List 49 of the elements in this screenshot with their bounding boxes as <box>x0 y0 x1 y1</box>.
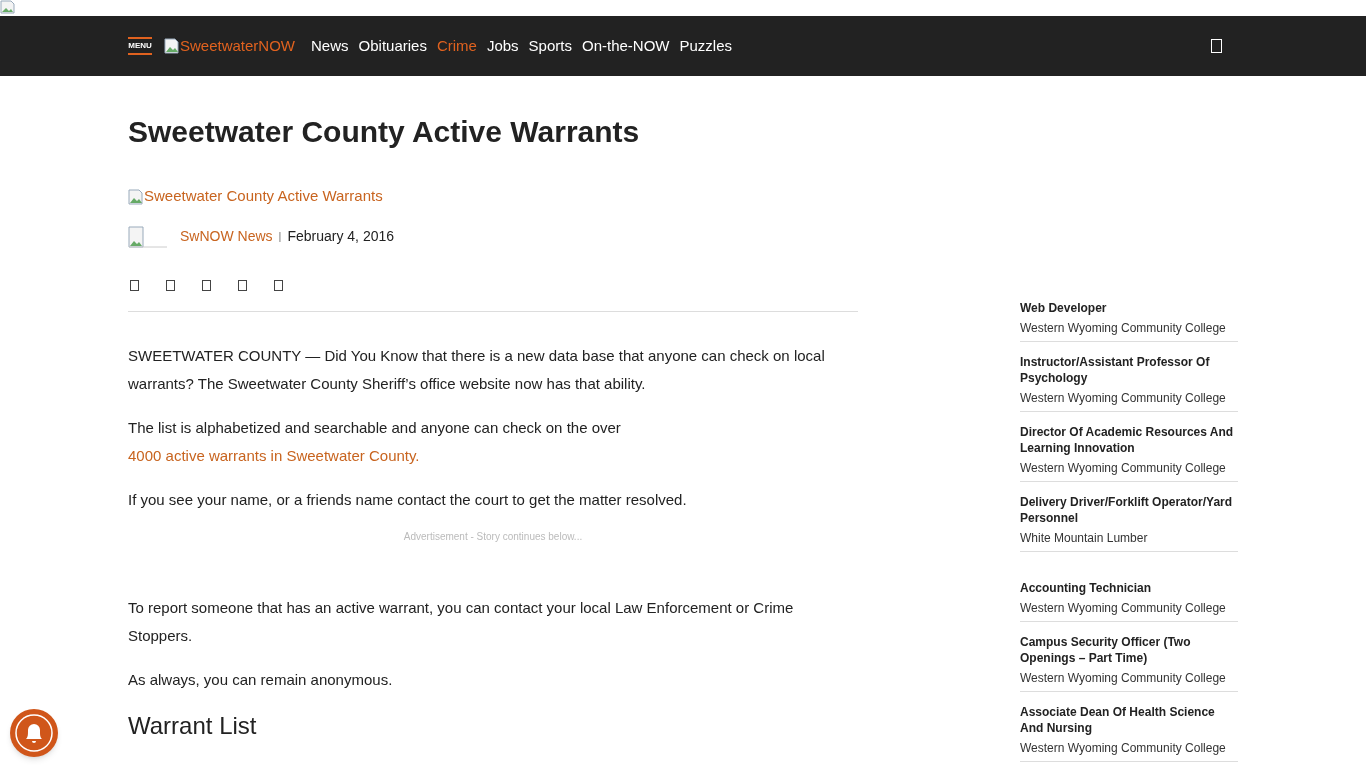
job-company: White Mountain Lumber <box>1020 530 1149 546</box>
nav-link[interactable]: On-the-NOW <box>581 34 670 58</box>
logo-link[interactable]: SweetwaterNOW <box>164 34 296 58</box>
job-listing[interactable]: Accounting Technician Western Wyoming Community College <box>1020 552 1238 622</box>
article-image-link[interactable]: Sweetwater County Active Warrants <box>128 185 383 208</box>
job-title: Associate Dean Of Health Science And Nursing <box>1020 704 1216 736</box>
job-company: Western Wyoming Community College <box>1020 670 1227 686</box>
job-company: Western Wyoming Community College <box>1020 740 1227 756</box>
author-link[interactable]: SwNOW News <box>180 226 273 247</box>
nav-link[interactable]: Jobs <box>486 34 519 58</box>
warrants-link[interactable]: 4000 active warrants in Sweetwater County. <box>128 446 420 464</box>
paragraph: If you see your name, or a friends name contact the court to get the matter resolved. <box>128 489 688 510</box>
job-listing[interactable]: Associate Dean Of Health Science And Nursing Western Wyoming Community College <box>1020 692 1238 762</box>
broken-image-icon <box>128 188 144 205</box>
article-date: February 4, 2016 <box>287 227 395 246</box>
advertisement-label: Advertisement - Story continues below... <box>402 529 584 544</box>
bell-icon <box>14 713 54 753</box>
paragraph: SWEETWATER COUNTY — Did You Know that there is a new data base that anyone can check on local warrants? The Sweetwater County Sheriff’s office website now has that ability. <box>128 345 826 394</box>
separator: | <box>278 229 282 245</box>
job-listing[interactable]: Director Of Academic Resources And Learning Innovation Western Wyoming Community College <box>1020 412 1238 482</box>
nav-link[interactable]: Crime <box>436 34 477 58</box>
job-title: Delivery Driver/Forklift Operator/Yard Personnel <box>1020 494 1234 526</box>
section-heading: Warrant List <box>128 710 258 741</box>
paragraph: As always, you can remain anonymous. <box>128 669 394 690</box>
job-company: Western Wyoming Community College <box>1020 320 1227 336</box>
job-listing[interactable]: Web Developer Western Wyoming Community College <box>1020 272 1238 342</box>
avatar-image-icon <box>128 225 168 248</box>
nav-link[interactable]: Sports <box>528 34 572 58</box>
job-listing[interactable]: Instructor/Assistant Professor Of Psychology Western Wyoming Community College <box>1020 342 1238 412</box>
menu-button[interactable]: MENU <box>128 37 152 55</box>
nav-link[interactable]: Puzzles <box>679 34 732 58</box>
job-title: Director Of Academic Resources And Learning Innovation <box>1020 424 1235 456</box>
job-listing[interactable]: Delivery Driver/Forklift Operator/Yard Personnel White Mountain Lumber <box>1020 482 1238 552</box>
job-title: Campus Security Officer (Two Openings – Part Time) <box>1020 634 1192 666</box>
article-title: Sweetwater County Active Warrants <box>128 114 641 150</box>
broken-image-icon <box>164 38 180 55</box>
job-company: Western Wyoming Community College <box>1020 460 1227 476</box>
job-title: Web Developer <box>1020 300 1108 316</box>
broken-image-icon <box>0 0 16 14</box>
job-listing[interactable]: Campus Security Officer (Two Openings – Part Time) Western Wyoming Community College <box>1020 622 1238 692</box>
job-title: Instructor/Assistant Professor Of Psychology <box>1020 354 1211 386</box>
notification-bell-button[interactable] <box>10 709 58 757</box>
job-title: Accounting Technician <box>1020 580 1153 596</box>
paragraph: The list is alphabetized and searchable and anyone can check on the over 4000 active warrants in Sweetwater County. <box>128 417 622 466</box>
nav-link[interactable]: Obituaries <box>358 34 427 58</box>
paragraph: To report someone that has an active warrant, you can contact your local Law Enforcement or Crime Stoppers. <box>128 597 795 646</box>
job-company: Western Wyoming Community College <box>1020 600 1227 616</box>
nav-link[interactable]: News <box>311 34 349 58</box>
job-company: Western Wyoming Community College <box>1020 390 1227 406</box>
